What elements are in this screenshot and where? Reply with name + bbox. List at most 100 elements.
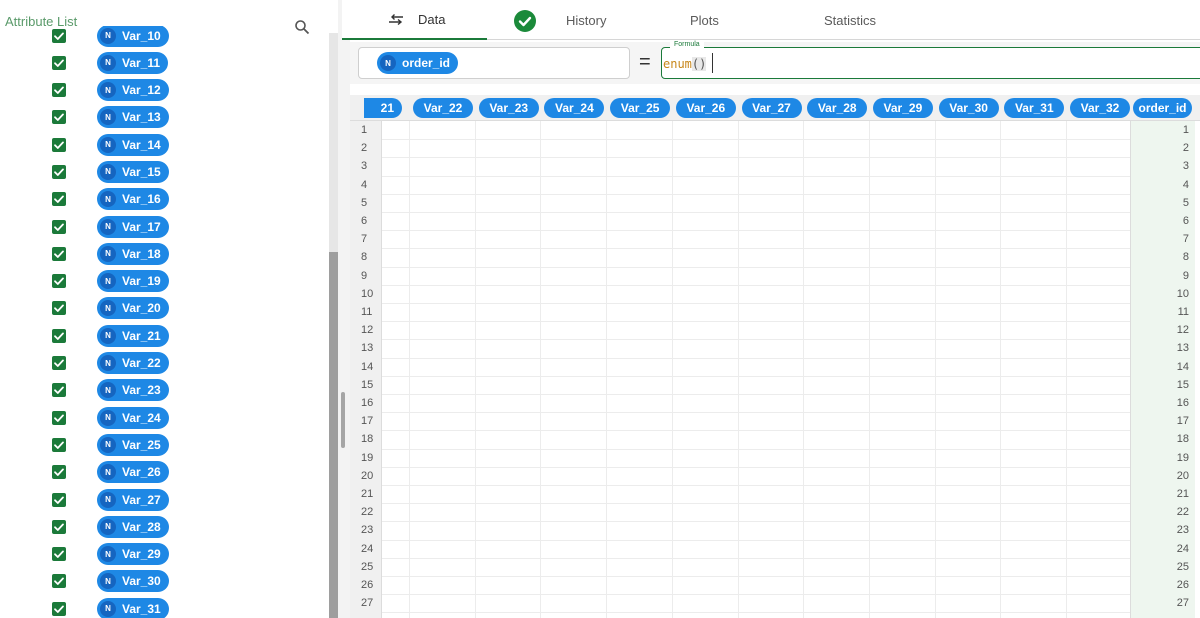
attribute-list-item[interactable]: N Var_28 — [0, 513, 328, 540]
checkbox-checked-icon[interactable] — [52, 274, 66, 289]
column-header[interactable]: Var_30 — [938, 98, 999, 118]
attribute-pill[interactable]: N Var_24 — [97, 406, 169, 429]
attribute-pill[interactable]: N Var_27 — [97, 488, 169, 511]
order-id-cell[interactable]: 18 — [1131, 430, 1189, 448]
attribute-pill[interactable]: N Var_30 — [97, 570, 169, 593]
checkbox-checked-icon[interactable] — [52, 492, 66, 507]
checkbox-checked-icon[interactable] — [52, 519, 66, 534]
attribute-list-item[interactable]: N Var_17 — [0, 213, 328, 240]
checkbox-checked-icon[interactable] — [52, 164, 66, 179]
order-id-cell[interactable]: 12 — [1131, 321, 1189, 339]
checkbox-checked-icon[interactable] — [52, 83, 66, 98]
attribute-list-scrollbar[interactable] — [329, 33, 338, 618]
checkbox-checked-icon[interactable] — [52, 601, 66, 616]
attribute-pill[interactable]: N Var_20 — [97, 297, 169, 320]
attribute-list-item[interactable]: N Var_12 — [0, 76, 328, 103]
checkbox-checked-icon[interactable] — [52, 410, 66, 425]
attribute-pill[interactable]: N Var_19 — [97, 270, 169, 293]
attribute-pill[interactable]: N Var_18 — [97, 242, 169, 265]
column-header[interactable]: Var_28 — [807, 98, 868, 118]
checkbox-checked-icon[interactable] — [52, 547, 66, 562]
checkbox-checked-icon[interactable] — [52, 574, 66, 589]
checkbox-checked-icon[interactable] — [52, 437, 66, 452]
attribute-pill[interactable]: N Var_17 — [97, 215, 169, 238]
attribute-pill[interactable]: N Var_21 — [97, 324, 169, 347]
column-header[interactable]: Var_23 — [478, 98, 539, 118]
order-id-cell[interactable]: 20 — [1131, 467, 1189, 485]
checkbox-checked-icon[interactable] — [52, 55, 66, 70]
attribute-list-item[interactable]: N Var_18 — [0, 240, 328, 267]
column-header[interactable]: Var_25 — [610, 98, 671, 118]
attribute-list-item[interactable]: N Var_21 — [0, 322, 328, 349]
attribute-list-item[interactable]: N Var_23 — [0, 377, 328, 404]
order-id-cell[interactable]: 4 — [1131, 176, 1189, 194]
attribute-list-item[interactable]: N Var_11 — [0, 49, 328, 76]
attribute-list-item[interactable]: N Var_10 — [0, 26, 328, 49]
attribute-pill[interactable]: N Var_16 — [97, 188, 169, 211]
order-id-cell[interactable]: 15 — [1131, 376, 1189, 394]
order-id-cell[interactable]: 21 — [1131, 485, 1189, 503]
attribute-pill[interactable]: N Var_11 — [97, 51, 169, 74]
order-id-cell[interactable]: 25 — [1131, 558, 1189, 576]
order-id-cell[interactable]: 7 — [1131, 230, 1189, 248]
order-id-cell[interactable]: 9 — [1131, 267, 1189, 285]
order-id-cell[interactable]: 16 — [1131, 394, 1189, 412]
scrollbar-thumb[interactable] — [329, 252, 338, 618]
checkbox-checked-icon[interactable] — [52, 328, 66, 343]
checkbox-checked-icon[interactable] — [52, 110, 66, 125]
order-id-cell[interactable]: 11 — [1131, 303, 1189, 321]
grid-body[interactable] — [382, 121, 1130, 618]
attribute-list-item[interactable]: N Var_27 — [0, 486, 328, 513]
order-id-cell[interactable]: 2 — [1131, 139, 1189, 157]
order-id-cell[interactable]: 17 — [1131, 412, 1189, 430]
attribute-list-item[interactable]: N Var_25 — [0, 431, 328, 458]
attribute-list-item[interactable]: N Var_16 — [0, 186, 328, 213]
attribute-pill[interactable]: N Var_25 — [97, 433, 169, 456]
tab-data[interactable]: Data — [342, 0, 487, 40]
attribute-pill[interactable]: N Var_23 — [97, 379, 169, 402]
attribute-pill[interactable]: N Var_14 — [97, 133, 169, 156]
attribute-list-item[interactable]: N Var_19 — [0, 268, 328, 295]
attribute-list-item[interactable]: N Var_31 — [0, 595, 328, 618]
order-id-cell[interactable]: 23 — [1131, 521, 1189, 539]
attribute-pill[interactable]: N Var_12 — [97, 79, 169, 102]
checkbox-checked-icon[interactable] — [52, 465, 66, 480]
column-header[interactable]: Var_22 — [413, 98, 473, 118]
column-header[interactable]: Var_32 — [1070, 98, 1130, 118]
order-id-cell[interactable]: 5 — [1131, 194, 1189, 212]
attribute-list-item[interactable]: N Var_15 — [0, 158, 328, 185]
order-id-cell[interactable]: 6 — [1131, 212, 1189, 230]
attribute-pill[interactable]: N Var_15 — [97, 160, 169, 183]
order-id-cell[interactable]: 26 — [1131, 576, 1189, 594]
tab-statistics[interactable]: Statistics — [824, 0, 876, 40]
order-id-cell[interactable]: 3 — [1131, 157, 1189, 175]
checkbox-checked-icon[interactable] — [52, 383, 66, 398]
order-id-cell[interactable]: 22 — [1131, 503, 1189, 521]
column-header-order-id[interactable]: order_id — [1133, 98, 1192, 118]
splitter-handle[interactable] — [341, 392, 345, 448]
column-header[interactable]: Var_27 — [741, 98, 802, 118]
order-id-cell[interactable]: 13 — [1131, 339, 1189, 357]
order-id-cell[interactable]: 24 — [1131, 540, 1189, 558]
attribute-pill[interactable]: N Var_31 — [97, 597, 169, 618]
checkbox-checked-icon[interactable] — [52, 301, 66, 316]
checkbox-checked-icon[interactable] — [52, 246, 66, 261]
checkbox-checked-icon[interactable] — [52, 28, 66, 43]
formula-text[interactable]: enum() — [663, 57, 707, 71]
attribute-pill[interactable]: N Var_26 — [97, 461, 169, 484]
attribute-list-item[interactable]: N Var_13 — [0, 104, 328, 131]
order-id-cell[interactable]: 14 — [1131, 358, 1189, 376]
attribute-pill[interactable]: N Var_28 — [97, 515, 169, 538]
attribute-list-item[interactable]: N Var_22 — [0, 349, 328, 376]
checkbox-checked-icon[interactable] — [52, 192, 66, 207]
panel-splitter[interactable] — [338, 0, 350, 618]
attribute-pill[interactable]: N Var_22 — [97, 352, 169, 375]
attribute-pill[interactable]: N Var_13 — [97, 106, 169, 129]
attribute-list-item[interactable]: N Var_29 — [0, 541, 328, 568]
column-header-partial[interactable]: 21 — [364, 98, 402, 118]
column-header[interactable]: Var_31 — [1004, 98, 1065, 118]
order-id-cell[interactable]: 27 — [1131, 594, 1189, 612]
order-id-cell[interactable]: 19 — [1131, 449, 1189, 467]
tab-history[interactable]: History — [566, 0, 606, 40]
attribute-list-item[interactable]: N Var_30 — [0, 568, 328, 595]
